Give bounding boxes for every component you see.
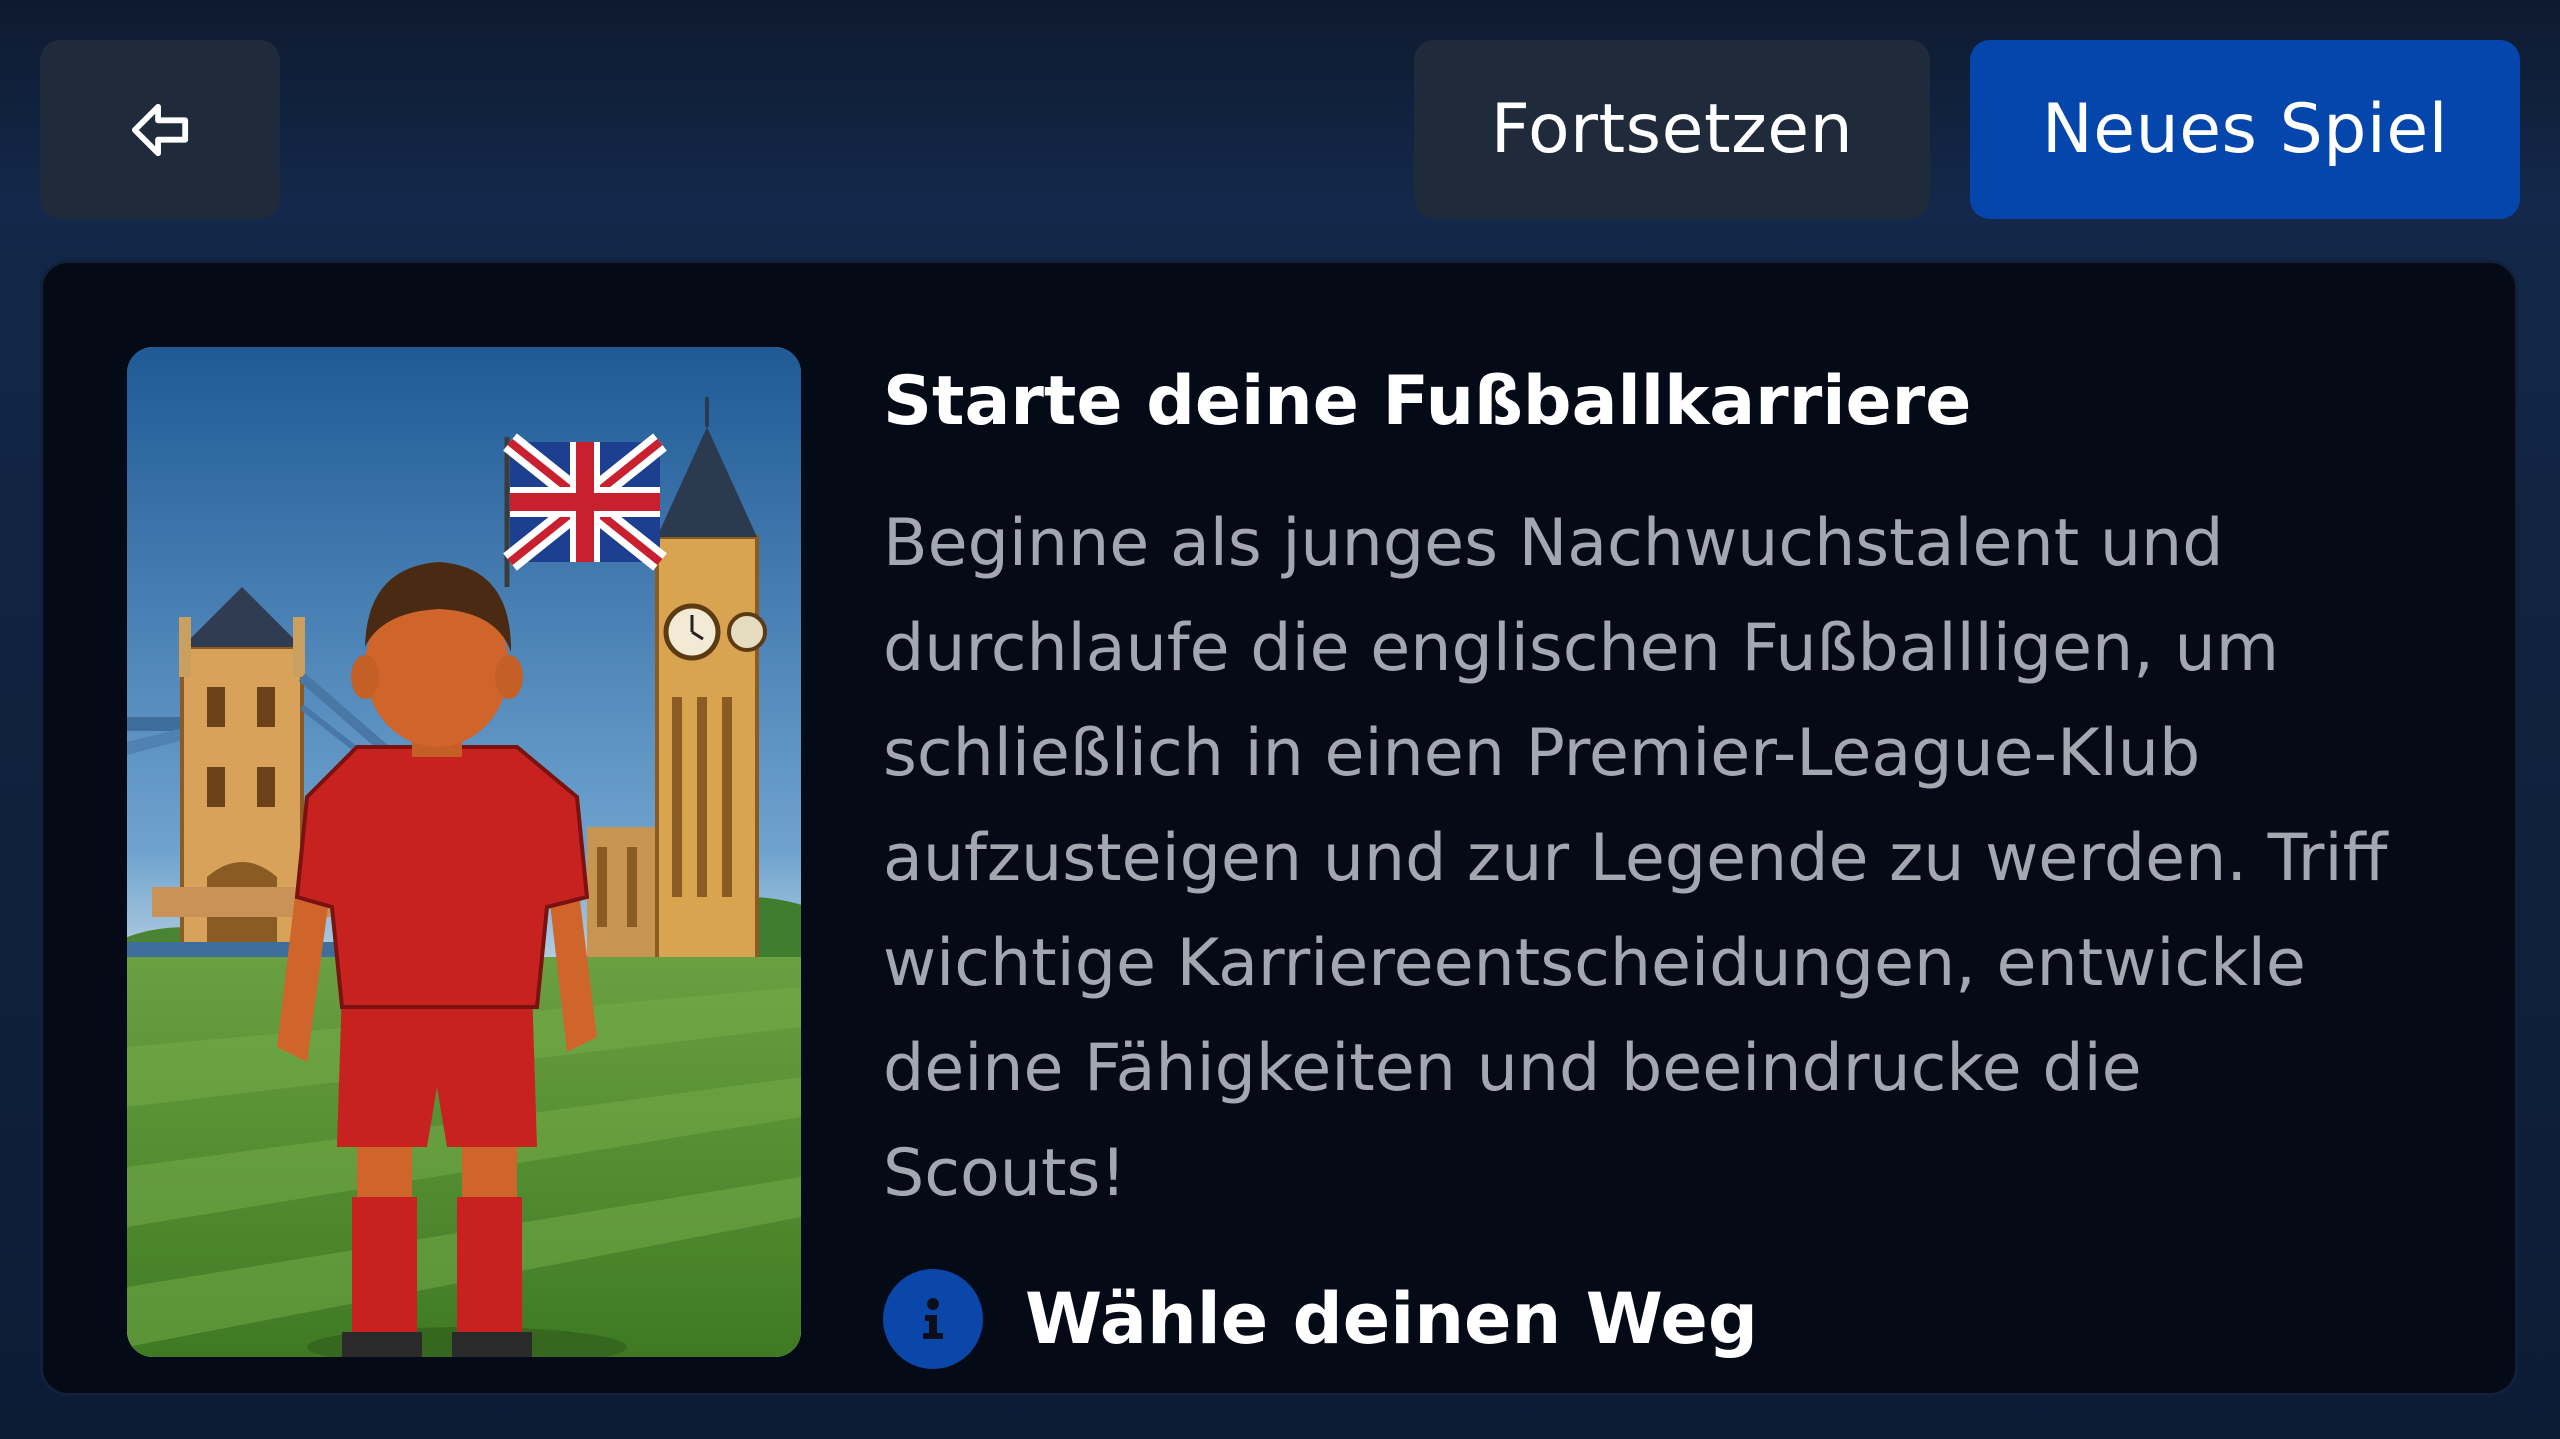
scrollbar-thumb[interactable]	[2517, 271, 2518, 789]
continue-button[interactable]: Fortsetzen	[1414, 40, 1930, 219]
career-card: Starte deine Fußballkarriere Beginne als…	[40, 260, 2518, 1396]
choose-path-row[interactable]: Wähle deinen Weg	[883, 1269, 1758, 1369]
career-description: Beginne als junges Nachwuchstalent und d…	[883, 506, 2388, 1211]
career-title: Starte deine Fußballkarriere	[883, 362, 1972, 441]
app-screen: Fortsetzen Neues Spiel Starte deine Fußb…	[0, 0, 2560, 1439]
career-illustration	[127, 347, 801, 1357]
choose-path-label: Wähle deinen Weg	[1025, 1278, 1759, 1360]
back-button[interactable]	[40, 40, 280, 219]
info-icon	[883, 1269, 983, 1369]
arrow-left-icon	[131, 103, 189, 156]
london-player-image	[127, 347, 801, 1357]
new-game-button[interactable]: Neues Spiel	[1970, 40, 2520, 219]
info-glyph-icon	[923, 1298, 943, 1339]
